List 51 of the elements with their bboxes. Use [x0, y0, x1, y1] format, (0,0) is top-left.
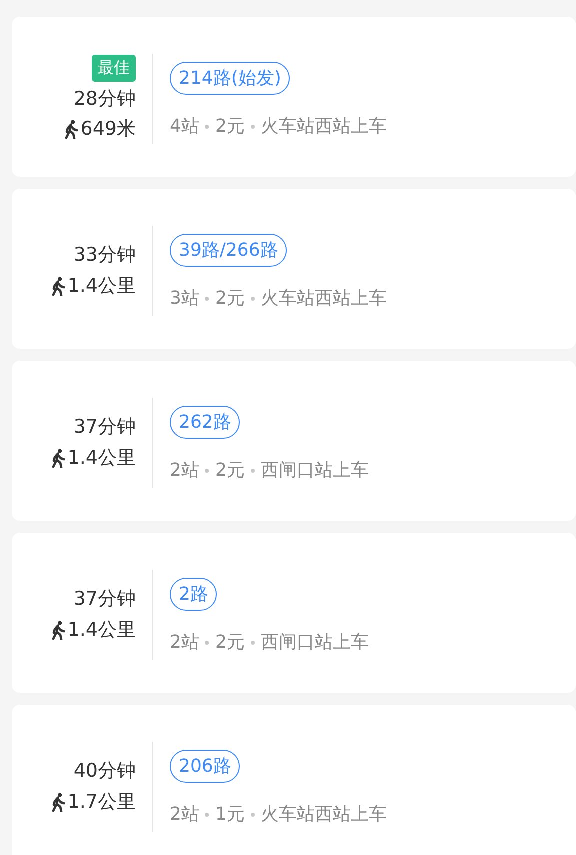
walking-person-icon: [52, 276, 65, 296]
detail-text: 西闸口站上车: [260, 631, 369, 655]
separator-dot: [205, 296, 210, 300]
detail-text: 2元: [215, 115, 245, 139]
walking-person-icon: [52, 448, 65, 468]
detail-text: 2元: [215, 287, 245, 311]
route-tag: 262路: [170, 406, 240, 439]
route-card[interactable]: 最佳 28分钟 649米 214路(始发) 4站 2元 火车站西站上车: [12, 17, 576, 177]
route-tag: 2路: [170, 578, 218, 611]
best-badge: 最佳: [92, 55, 136, 82]
detail-text: 4站: [170, 115, 200, 139]
separator-dot: [205, 812, 210, 816]
walk-distance: 1.7公里: [68, 790, 136, 815]
route-tag: 214路(始发): [170, 62, 290, 95]
duration-text: 37分钟: [74, 587, 136, 612]
separator-dot: [205, 124, 210, 128]
duration-text: 33分钟: [74, 243, 136, 268]
detail-text: 2站: [170, 631, 200, 655]
detail-text: 西闸口站上车: [260, 459, 369, 483]
route-tag: 206路: [170, 750, 240, 783]
duration-text: 40分钟: [74, 759, 136, 784]
detail-text: 2元: [215, 631, 245, 655]
separator-dot: [250, 812, 255, 816]
detail-text: 2站: [170, 803, 200, 827]
walking-person-icon: [52, 620, 65, 640]
detail-text: 火车站西站上车: [260, 803, 387, 827]
duration-text: 28分钟: [74, 86, 136, 112]
detail-text: 3站: [170, 287, 200, 311]
walking-person-icon: [52, 792, 65, 812]
walk-distance: 1.4公里: [68, 274, 136, 299]
walk-distance: 649米: [80, 117, 136, 142]
detail-text: 1元: [215, 803, 245, 827]
walking-person-icon: [64, 120, 78, 139]
separator-dot: [250, 468, 255, 472]
walk-distance: 1.4公里: [68, 618, 136, 643]
detail-text: 火车站西站上车: [260, 287, 387, 311]
detail-text: 2元: [215, 459, 245, 483]
separator-dot: [250, 124, 255, 128]
route-card[interactable]: 40分钟 1.7公里 206路 2站 1元 火车站西站上车: [12, 705, 576, 855]
separator-dot: [250, 296, 255, 300]
route-card[interactable]: 37分钟 1.4公里 262路 2站 2元 西闸口站上车: [12, 361, 576, 521]
detail-text: 火车站西站上车: [260, 115, 387, 139]
route-card[interactable]: 37分钟 1.4公里 2路 2站 2元 西闸口站上车: [12, 533, 576, 693]
walk-distance: 1.4公里: [68, 446, 136, 471]
separator-dot: [205, 468, 210, 472]
route-card[interactable]: 33分钟 1.4公里 39路/266路 3站 2元 火车站西站上车: [12, 189, 576, 349]
duration-text: 37分钟: [74, 415, 136, 440]
separator-dot: [250, 640, 255, 644]
separator-dot: [205, 640, 210, 644]
route-tag: 39路/266路: [170, 234, 288, 267]
detail-text: 2站: [170, 459, 200, 483]
